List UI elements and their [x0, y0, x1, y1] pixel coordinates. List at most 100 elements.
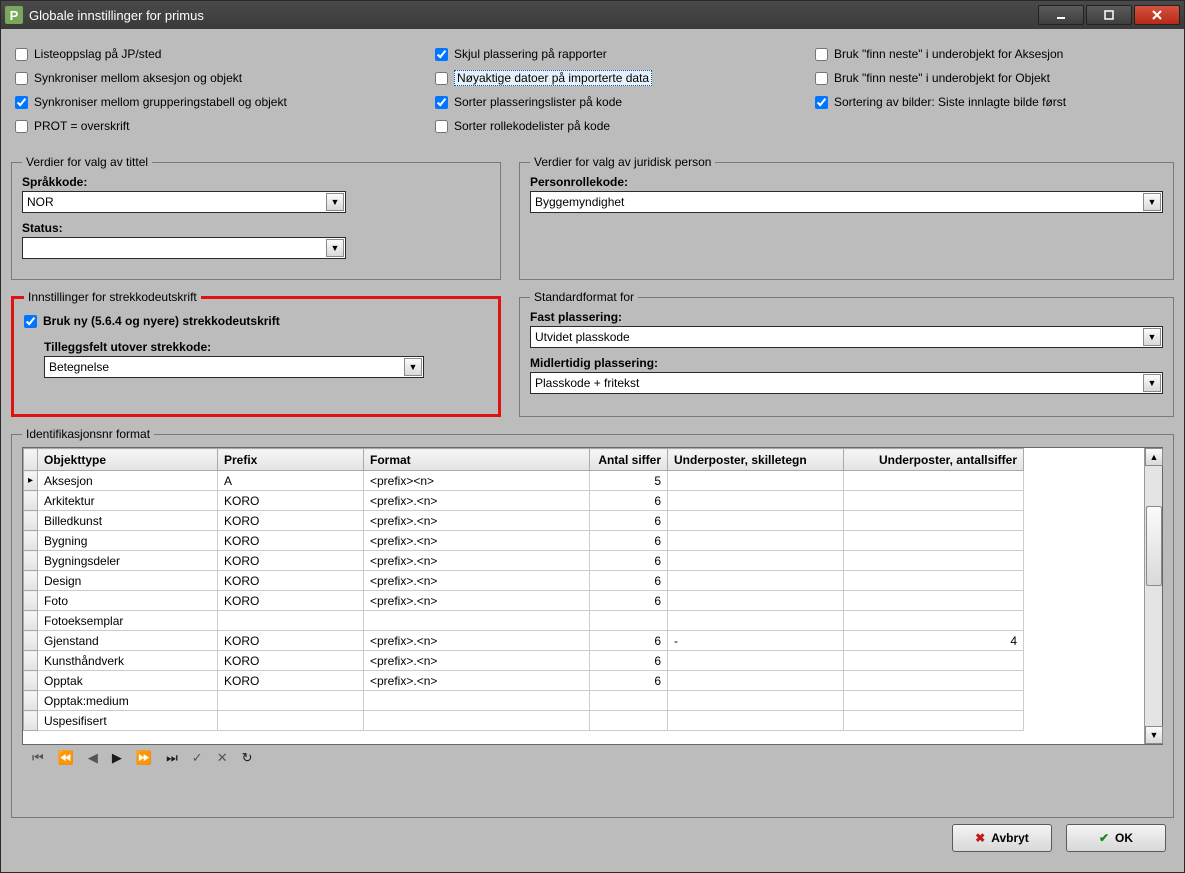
check-sync-aksesjon[interactable]: [15, 72, 28, 85]
cell-skille[interactable]: [668, 671, 844, 691]
cell-prefix[interactable]: KORO: [218, 551, 364, 571]
check-sortering-bilder[interactable]: [815, 96, 828, 109]
table-row[interactable]: Kunsthåndverk KORO <prefix>.<n> 6: [24, 651, 1144, 671]
cell-skille[interactable]: [668, 691, 844, 711]
cell-antall[interactable]: 4: [844, 631, 1024, 651]
cell-antal[interactable]: [590, 611, 668, 631]
table-row[interactable]: Foto KORO <prefix>.<n> 6: [24, 591, 1144, 611]
cell-antal[interactable]: 6: [590, 551, 668, 571]
col-objekttype[interactable]: Objekttype: [38, 449, 218, 471]
cell-prefix[interactable]: KORO: [218, 531, 364, 551]
check-sorter-plassering[interactable]: [435, 96, 448, 109]
col-antall[interactable]: Underposter, antallsiffer: [844, 449, 1024, 471]
cell-skille[interactable]: [668, 491, 844, 511]
cell-format[interactable]: <prefix>.<n>: [364, 651, 590, 671]
cell-format[interactable]: [364, 711, 590, 731]
cell-format[interactable]: [364, 691, 590, 711]
cell-antall[interactable]: [844, 531, 1024, 551]
col-antal[interactable]: Antal siffer: [590, 449, 668, 471]
nav-first-icon[interactable]: ⏮: [32, 750, 44, 766]
cell-antal[interactable]: 6: [590, 571, 668, 591]
cell-antall[interactable]: [844, 691, 1024, 711]
fast-plassering-combo[interactable]: Utvidet plasskode ▼: [530, 326, 1163, 348]
cell-objekttype[interactable]: Uspesifisert: [38, 711, 218, 731]
cell-antal[interactable]: 6: [590, 651, 668, 671]
check-sync-gruppering[interactable]: [15, 96, 28, 109]
cell-format[interactable]: <prefix>.<n>: [364, 631, 590, 651]
check-listeoppslag[interactable]: [15, 48, 28, 61]
table-row[interactable]: ▸ Aksesjon A <prefix><n> 5: [24, 471, 1144, 491]
table-row[interactable]: Uspesifisert: [24, 711, 1144, 731]
scroll-thumb[interactable]: [1146, 506, 1162, 586]
cell-objekttype[interactable]: Opptak: [38, 671, 218, 691]
cell-antal[interactable]: 6: [590, 531, 668, 551]
cell-objekttype[interactable]: Opptak:medium: [38, 691, 218, 711]
minimize-button[interactable]: [1038, 5, 1084, 25]
cell-antal[interactable]: 5: [590, 471, 668, 491]
col-format[interactable]: Format: [364, 449, 590, 471]
nav-next-icon[interactable]: ▶: [112, 750, 122, 766]
col-prefix[interactable]: Prefix: [218, 449, 364, 471]
check-finn-neste-aksesjon[interactable]: [815, 48, 828, 61]
cell-objekttype[interactable]: Bygningsdeler: [38, 551, 218, 571]
cell-antall[interactable]: [844, 671, 1024, 691]
cell-objekttype[interactable]: Kunsthåndverk: [38, 651, 218, 671]
table-row[interactable]: Bygning KORO <prefix>.<n> 6: [24, 531, 1144, 551]
cell-objekttype[interactable]: Bygning: [38, 531, 218, 551]
cell-skille[interactable]: [668, 531, 844, 551]
cell-antall[interactable]: [844, 571, 1024, 591]
cell-objekttype[interactable]: Aksesjon: [38, 471, 218, 491]
table-row[interactable]: Design KORO <prefix>.<n> 6: [24, 571, 1144, 591]
table-row[interactable]: Billedkunst KORO <prefix>.<n> 6: [24, 511, 1144, 531]
cell-objekttype[interactable]: Design: [38, 571, 218, 591]
scroll-down-icon[interactable]: ▼: [1145, 726, 1163, 744]
nav-next-page-icon[interactable]: ⏩: [136, 750, 152, 766]
tillegg-combo[interactable]: Betegnelse ▼: [44, 356, 424, 378]
maximize-button[interactable]: [1086, 5, 1132, 25]
nav-last-icon[interactable]: ⏭: [166, 750, 178, 766]
cell-format[interactable]: <prefix>.<n>: [364, 491, 590, 511]
cell-skille[interactable]: -: [668, 631, 844, 651]
cell-objekttype[interactable]: Foto: [38, 591, 218, 611]
cell-antall[interactable]: [844, 591, 1024, 611]
check-finn-neste-objekt[interactable]: [815, 72, 828, 85]
cell-prefix[interactable]: KORO: [218, 571, 364, 591]
cell-antall[interactable]: [844, 511, 1024, 531]
cell-skille[interactable]: [668, 551, 844, 571]
cell-skille[interactable]: [668, 591, 844, 611]
cell-antal[interactable]: 6: [590, 631, 668, 651]
cell-format[interactable]: <prefix><n>: [364, 471, 590, 491]
cell-prefix[interactable]: [218, 691, 364, 711]
cell-skille[interactable]: [668, 651, 844, 671]
cell-prefix[interactable]: A: [218, 471, 364, 491]
cell-prefix[interactable]: KORO: [218, 631, 364, 651]
cell-antall[interactable]: [844, 491, 1024, 511]
cell-format[interactable]: <prefix>.<n>: [364, 671, 590, 691]
table-row[interactable]: Bygningsdeler KORO <prefix>.<n> 6: [24, 551, 1144, 571]
personrolle-combo[interactable]: Byggemyndighet ▼: [530, 191, 1163, 213]
cell-objekttype[interactable]: Fotoeksemplar: [38, 611, 218, 631]
cell-skille[interactable]: [668, 711, 844, 731]
cell-antal[interactable]: [590, 711, 668, 731]
check-prot-overskrift[interactable]: [15, 120, 28, 133]
table-row[interactable]: Arkitektur KORO <prefix>.<n> 6: [24, 491, 1144, 511]
cell-format[interactable]: [364, 611, 590, 631]
cell-skille[interactable]: [668, 471, 844, 491]
cell-antall[interactable]: [844, 711, 1024, 731]
table-row[interactable]: Gjenstand KORO <prefix>.<n> 6 - 4: [24, 631, 1144, 651]
scroll-up-icon[interactable]: ▲: [1145, 448, 1163, 466]
cell-format[interactable]: <prefix>.<n>: [364, 511, 590, 531]
cell-antal[interactable]: 6: [590, 671, 668, 691]
cell-format[interactable]: <prefix>.<n>: [364, 571, 590, 591]
cell-antal[interactable]: 6: [590, 511, 668, 531]
cell-antal[interactable]: 6: [590, 591, 668, 611]
check-noyaktige-datoer[interactable]: [435, 72, 448, 85]
midlertidig-plassering-combo[interactable]: Plasskode + fritekst ▼: [530, 372, 1163, 394]
cell-prefix[interactable]: [218, 711, 364, 731]
nav-prev-icon[interactable]: ◀: [88, 750, 98, 766]
cell-antall[interactable]: [844, 471, 1024, 491]
cell-objekttype[interactable]: Arkitektur: [38, 491, 218, 511]
status-combo[interactable]: ▼: [22, 237, 346, 259]
cell-prefix[interactable]: KORO: [218, 591, 364, 611]
cell-skille[interactable]: [668, 571, 844, 591]
